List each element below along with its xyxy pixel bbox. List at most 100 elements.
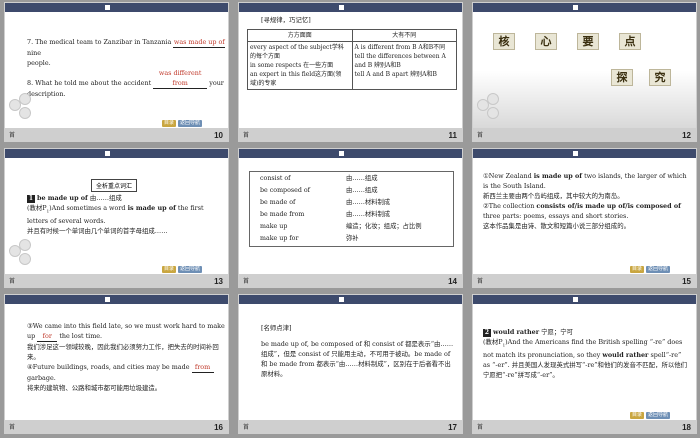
translation: 并且有时候一个单词由几个单词的首字母组成…… [27, 227, 168, 236]
sentence-text: nine [27, 49, 42, 57]
slide-top-bar [239, 295, 462, 304]
slide-top-bar [239, 149, 462, 158]
bar-marker [105, 151, 110, 156]
answer-blank: was made up of [173, 38, 226, 48]
home-label[interactable]: 首 [477, 276, 483, 285]
key-phrase: would rather [602, 351, 649, 360]
subtitle-char: 究 [649, 69, 671, 86]
page-number: 14 [448, 277, 457, 286]
slide-16[interactable]: ③We came into this field late, so we mus… [4, 294, 229, 434]
flower-decoration [473, 89, 513, 129]
subtitle-char: 探 [611, 69, 633, 86]
table-cell: tell the differences between A and B 辨别A… [354, 53, 446, 69]
vocab-text: 1 be made up of 由……组成 (教材P1)And sometimes… [27, 193, 223, 236]
sentence-text: three parts: poems, essays and short sto… [483, 212, 629, 220]
slide-bottom-bar: 首 16 [5, 420, 228, 433]
section-heading: [名师点津] [261, 324, 292, 332]
bar-marker [573, 5, 578, 10]
list-item: make up for 弥补 [260, 235, 359, 242]
slide-top-bar [473, 3, 696, 12]
toc-button[interactable]: 目录 [161, 266, 176, 273]
answer-blank: was different from [153, 68, 208, 89]
sentence-text: people. [27, 59, 51, 67]
item-badge: 2 [483, 329, 491, 337]
sentence-text: 7. The medical team to Zanzibar in Tanza… [27, 38, 172, 46]
slide-top-bar [239, 3, 462, 12]
list-item: be made from 由……材料制成 [260, 211, 391, 218]
back-nav-button[interactable]: 返回导航 [645, 266, 670, 273]
page-number: 15 [682, 277, 691, 286]
home-label[interactable]: 首 [243, 276, 249, 285]
bar-marker [339, 5, 344, 10]
title-char: 心 [535, 33, 557, 50]
slide-18[interactable]: 2 would rather 宁愿；宁可 (教材P1)And the Americ… [472, 294, 697, 434]
slide-bottom-bar: 首 15 [473, 274, 696, 287]
translation: 我们涉足这一领域较晚，因此我们必须努力工作，把失去的时间补回来。 [27, 343, 219, 361]
table-header: 大有不同 [351, 29, 457, 42]
page-number: 18 [682, 423, 691, 432]
slide-bottom-bar: 首 14 [239, 274, 462, 287]
example-text: ①New Zealand is made up of two islands, … [483, 171, 688, 231]
slide-14[interactable]: consist of 由……组成 be composed of 由……组成 be m… [238, 148, 463, 288]
phrase-list: consist of 由……组成 be composed of 由……组成 be m… [249, 171, 454, 247]
home-label[interactable]: 首 [9, 130, 15, 139]
bar-marker [573, 297, 578, 302]
slide-15[interactable]: ①New Zealand is made up of two islands, … [472, 148, 697, 288]
home-label[interactable]: 首 [243, 422, 249, 431]
key-phrase: is made up of [127, 204, 176, 212]
title-char: 要 [577, 33, 599, 50]
page-number: 13 [214, 277, 223, 286]
table-cell: an expert in this field这方面(领域)的专家 [250, 71, 342, 87]
back-nav-button[interactable]: 返回导航 [177, 120, 202, 127]
table-header: 方方面面 [247, 29, 353, 42]
phrase-meaning: 由……组成 [89, 194, 122, 202]
sentence-text: your [209, 79, 224, 87]
page-number: 16 [214, 423, 223, 432]
home-label[interactable]: 首 [9, 276, 15, 285]
key-phrase: consists of/is made up of/is composed of [536, 202, 681, 210]
slide-top-bar [5, 295, 228, 304]
sentence-text: ②The collection [483, 202, 535, 210]
slide-17[interactable]: [名师点津] be made up of, be composed of 和 c… [238, 294, 463, 434]
list-item: be made of 由……材料制成 [260, 199, 391, 206]
slide-12[interactable]: 核 心 要 点 探 究 首 12 [472, 2, 697, 142]
page-number: 12 [682, 131, 691, 140]
back-nav-button[interactable]: 返回导航 [645, 412, 670, 419]
translation: 并且美国人发现英式拼写“-re”和他们的发音不匹配，所以他们宁愿把“-re”拼写… [483, 361, 688, 380]
key-phrase: would rather [493, 328, 540, 336]
slide-bottom-bar: 首 18 [473, 420, 696, 433]
sentence-text: )And sometimes a word [49, 204, 126, 212]
home-label[interactable]: 首 [243, 130, 249, 139]
slide-10[interactable]: 7. The medical team to Zanzibar in Tanza… [4, 2, 229, 142]
back-nav-button[interactable]: 返回导航 [177, 266, 202, 273]
answer-blank: for [37, 331, 58, 342]
home-label[interactable]: 首 [477, 422, 483, 431]
tip-text: be made up of, be composed of 和 consist … [261, 340, 454, 378]
toc-button[interactable]: 目录 [629, 266, 644, 273]
slide-top-bar [5, 3, 228, 12]
toc-button[interactable]: 目录 [161, 120, 176, 127]
key-phrase: is made up of [533, 172, 583, 180]
table-cell: every aspect of the subject学科的每个方面 [250, 44, 344, 60]
slide-bottom-bar: 首 10 [5, 128, 228, 141]
flower-decoration [5, 235, 45, 275]
sentence-text: ①New Zealand [483, 172, 532, 180]
page-number: 10 [214, 131, 223, 140]
slide-bottom-bar: 首 11 [239, 128, 462, 141]
sentence-text: 8. What he told me about the accident [27, 79, 152, 87]
answer-blank: from [191, 362, 214, 373]
section-title: 全析重点词汇 [91, 179, 138, 192]
vocab-text: 2 would rather 宁愿；宁可 (教材P1)And the Americ… [483, 327, 688, 380]
title-char: 点 [619, 33, 641, 50]
bar-marker [573, 151, 578, 156]
home-label[interactable]: 首 [477, 130, 483, 139]
translation: 将来的建筑物、公路和城市都可能用垃圾建造。 [27, 384, 162, 392]
phrase-meaning: 宁愿；宁可 [541, 328, 574, 336]
toc-button[interactable]: 目录 [629, 412, 644, 419]
bar-marker [105, 297, 110, 302]
slide-11[interactable]: [寻规律，巧记忆] 方方面面 大有不同 every aspect of the s… [238, 2, 463, 142]
key-phrase: be made up of [37, 194, 88, 202]
slide-13[interactable]: 全析重点词汇 1 be made up of 由……组成 (教材P1)And so… [4, 148, 229, 288]
slide-top-bar [5, 149, 228, 158]
home-label[interactable]: 首 [9, 422, 15, 431]
